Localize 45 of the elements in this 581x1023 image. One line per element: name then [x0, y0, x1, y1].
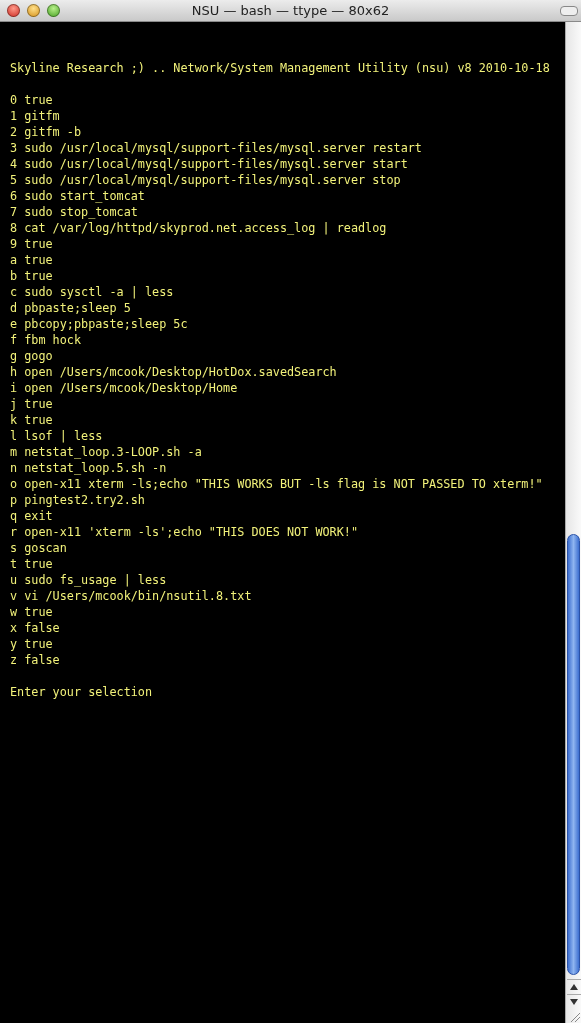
menu-line: t true [10, 556, 53, 572]
menu-line: i open /Users/mcook/Desktop/Home [10, 380, 238, 396]
menu-line: 4 sudo /usr/local/mysql/support-files/mysql.server start [10, 156, 408, 172]
zoom-button[interactable] [47, 4, 60, 17]
menu-line: 8 cat /var/log/httpd/skyprod.net.access_log | readlog [10, 220, 387, 236]
menu-line: j true [10, 396, 53, 412]
banner-text: Skyline Research ;) .. Network/System Management Utility (nsu) v8 2010-10-18 [10, 60, 550, 76]
close-button[interactable] [7, 4, 20, 17]
menu-line: f fbm hock [10, 332, 82, 348]
minimize-button[interactable] [27, 4, 40, 17]
menu-line: x false [10, 620, 60, 636]
menu-line: 2 gitfm -b [10, 124, 82, 140]
menu-line: u sudo fs_usage | less [10, 572, 167, 588]
menu-line: 7 sudo stop_tomcat [10, 204, 138, 220]
menu-line: y true [10, 636, 53, 652]
scroll-thumb[interactable] [567, 534, 580, 975]
menu-line: l lsof | less [10, 428, 103, 444]
menu-line: z false [10, 652, 60, 668]
menu-line: 6 sudo start_tomcat [10, 188, 145, 204]
menu-line: r open-x11 'xterm -ls';echo "THIS DOES NOT WORK!" [10, 524, 358, 540]
menu-line: s goscan [10, 540, 67, 556]
menu-line: 3 sudo /usr/local/mysql/support-files/mysql.server restart [10, 140, 422, 156]
menu-line: g gogo [10, 348, 53, 364]
menu-line: v vi /Users/mcook/bin/nsutil.8.txt [10, 588, 252, 604]
prompt-text: Enter your selection [10, 684, 153, 700]
menu-line: a true [10, 252, 53, 268]
scrollbar[interactable] [565, 22, 581, 1023]
menu-line: 9 true [10, 236, 53, 252]
window-title: NSU — bash — ttype — 80x62 [190, 3, 391, 18]
menu-line: 1 gitfm [10, 108, 60, 124]
menu-line: m netstat_loop.3-LOOP.sh -a [10, 444, 202, 460]
menu-line: h open /Users/mcook/Desktop/HotDox.savedSearch [10, 364, 337, 380]
menu-line: p pingtest2.try2.sh [10, 492, 145, 508]
menu-line: k true [10, 412, 53, 428]
menu-line: n netstat_loop.5.sh -n [10, 460, 167, 476]
menu-line: 0 true [10, 92, 53, 108]
menu-line: w true [10, 604, 53, 620]
menu-line: q exit [10, 508, 53, 524]
menu-line: c sudo sysctl -a | less [10, 284, 174, 300]
menu-line: d pbpaste;sleep 5 [10, 300, 131, 316]
menu-line: o open-x11 xterm -ls;echo "THIS WORKS BUT -ls flag is NOT PASSED TO xterm!" [10, 476, 543, 492]
menu-line: 5 sudo /usr/local/mysql/support-files/mysql.server stop [10, 172, 401, 188]
menu-line: b true [10, 268, 53, 284]
menu-line: e pbcopy;pbpaste;sleep 5c [10, 316, 188, 332]
toolbar-toggle-button[interactable] [560, 5, 578, 16]
